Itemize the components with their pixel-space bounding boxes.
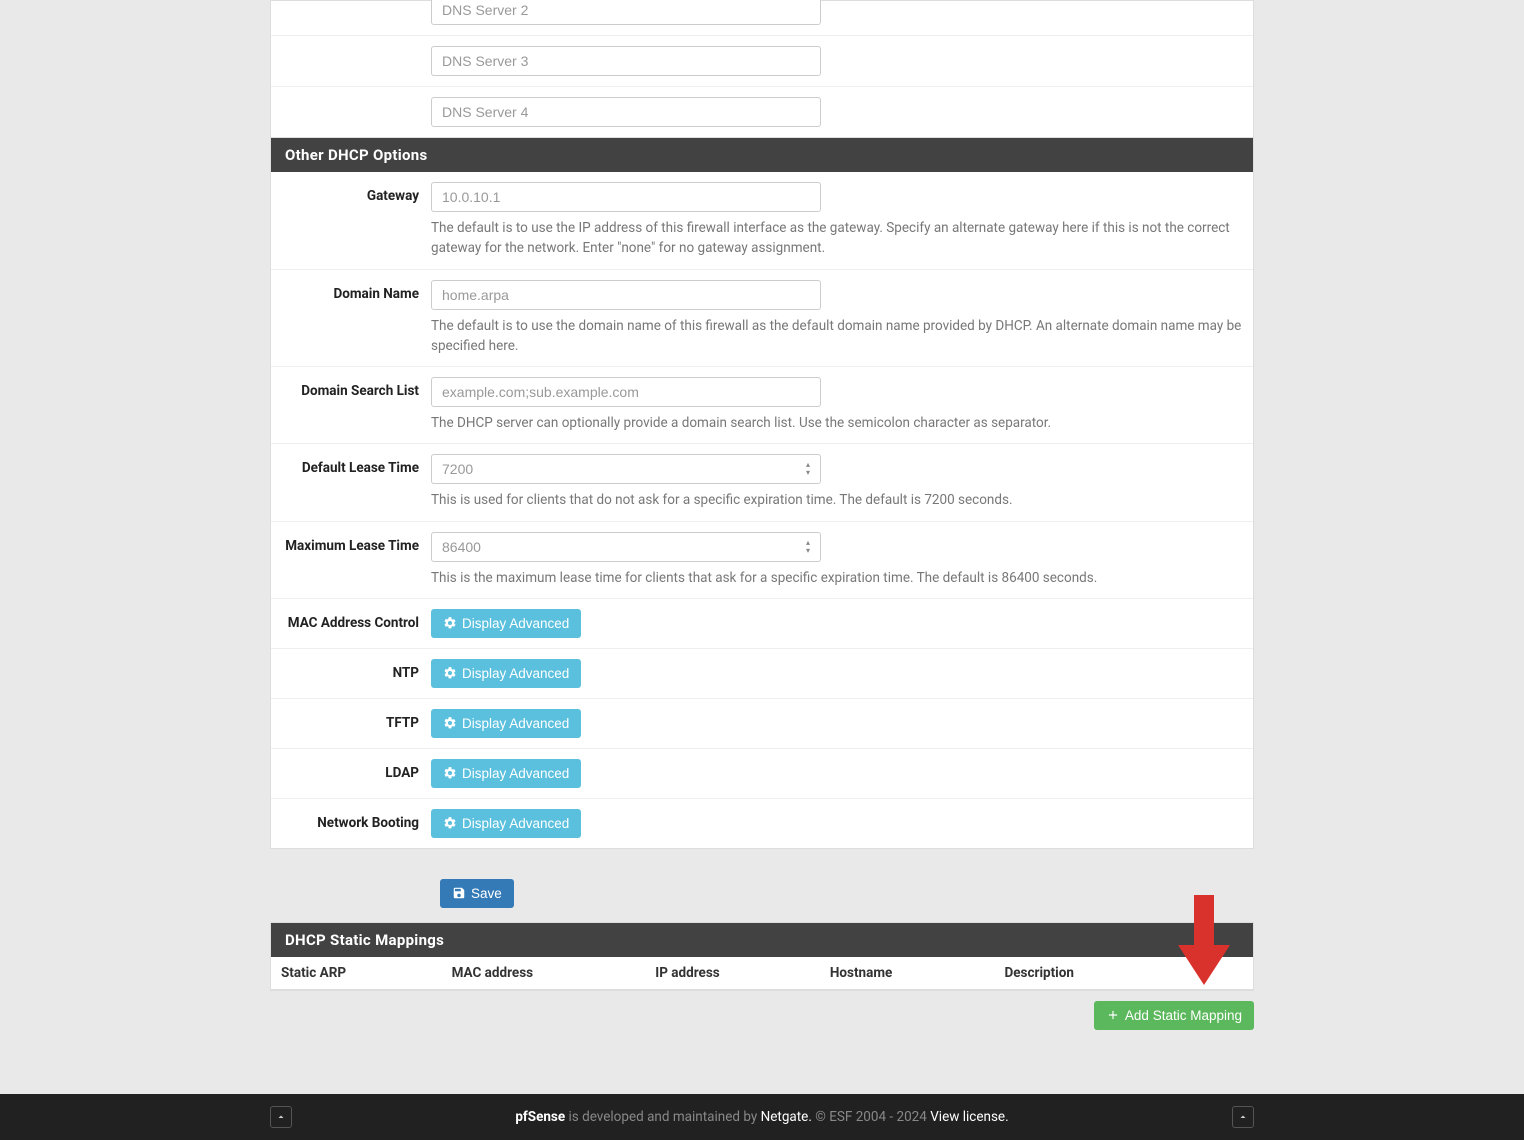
- table-header-row: Static ARP MAC address IP address Hostna…: [271, 957, 1253, 990]
- add-static-mapping-button[interactable]: Add Static Mapping: [1094, 1001, 1254, 1030]
- add-static-mapping-label: Add Static Mapping: [1125, 1008, 1242, 1023]
- gear-icon: [443, 616, 457, 630]
- default-lease-help: This is used for clients that do not ask…: [431, 490, 1243, 510]
- max-lease-label: Maximum Lease Time: [271, 532, 431, 588]
- tftp-advanced-button[interactable]: Display Advanced: [431, 709, 581, 738]
- col-mac-address: MAC address: [452, 965, 656, 981]
- default-lease-input[interactable]: [431, 454, 821, 484]
- col-description: Description: [1004, 965, 1247, 981]
- save-button[interactable]: Save: [440, 879, 514, 908]
- footer-copyright: © ESF 2004 - 2024: [812, 1109, 930, 1125]
- footer-toggle-left-button[interactable]: [270, 1106, 292, 1128]
- footer-text1: is developed and maintained by: [565, 1109, 760, 1125]
- col-static-arp: Static ARP: [277, 965, 452, 981]
- ldap-label: LDAP: [271, 759, 431, 788]
- gateway-input[interactable]: [431, 182, 821, 212]
- gateway-label: Gateway: [271, 182, 431, 259]
- ntp-advanced-button[interactable]: Display Advanced: [431, 659, 581, 688]
- footer: pfSense is developed and maintained by N…: [0, 1094, 1524, 1140]
- col-hostname: Hostname: [830, 965, 1005, 981]
- number-spinner-icon[interactable]: ▴▾: [801, 460, 815, 478]
- max-lease-input[interactable]: [431, 532, 821, 562]
- domain-name-help: The default is to use the domain name of…: [431, 316, 1243, 357]
- footer-license-link[interactable]: View license.: [930, 1109, 1008, 1125]
- footer-product: pfSense: [515, 1109, 565, 1125]
- domain-name-label: Domain Name: [271, 280, 431, 357]
- advanced-button-label: Display Advanced: [462, 666, 569, 681]
- gear-icon: [443, 716, 457, 730]
- mac-control-advanced-button[interactable]: Display Advanced: [431, 609, 581, 638]
- plus-icon: [1106, 1008, 1120, 1022]
- advanced-button-label: Display Advanced: [462, 766, 569, 781]
- domain-name-input[interactable]: [431, 280, 821, 310]
- domain-search-label: Domain Search List: [271, 377, 431, 433]
- chevron-up-icon: [275, 1111, 287, 1123]
- dns-server-2-input[interactable]: [431, 0, 821, 25]
- gear-icon: [443, 666, 457, 680]
- dns-server-3-input[interactable]: [431, 46, 821, 76]
- domain-search-input[interactable]: [431, 377, 821, 407]
- gateway-help: The default is to use the IP address of …: [431, 218, 1243, 259]
- footer-toggle-right-button[interactable]: [1232, 1106, 1254, 1128]
- save-button-label: Save: [471, 886, 502, 901]
- static-mappings-header: DHCP Static Mappings: [271, 923, 1253, 957]
- footer-company-link[interactable]: Netgate.: [761, 1109, 812, 1125]
- max-lease-help: This is the maximum lease time for clien…: [431, 568, 1243, 588]
- tftp-label: TFTP: [271, 709, 431, 738]
- ldap-advanced-button[interactable]: Display Advanced: [431, 759, 581, 788]
- mac-control-label: MAC Address Control: [271, 609, 431, 638]
- advanced-button-label: Display Advanced: [462, 716, 569, 731]
- gear-icon: [443, 766, 457, 780]
- domain-search-help: The DHCP server can optionally provide a…: [431, 413, 1243, 433]
- other-dhcp-options-header: Other DHCP Options: [271, 138, 1253, 172]
- netboot-label: Network Booting: [271, 809, 431, 838]
- save-icon: [452, 886, 466, 900]
- col-ip-address: IP address: [655, 965, 830, 981]
- netboot-advanced-button[interactable]: Display Advanced: [431, 809, 581, 838]
- advanced-button-label: Display Advanced: [462, 816, 569, 831]
- dns-server-4-input[interactable]: [431, 97, 821, 127]
- default-lease-label: Default Lease Time: [271, 454, 431, 510]
- ntp-label: NTP: [271, 659, 431, 688]
- gear-icon: [443, 816, 457, 830]
- advanced-button-label: Display Advanced: [462, 616, 569, 631]
- chevron-up-icon: [1237, 1111, 1249, 1123]
- number-spinner-icon[interactable]: ▴▾: [801, 538, 815, 556]
